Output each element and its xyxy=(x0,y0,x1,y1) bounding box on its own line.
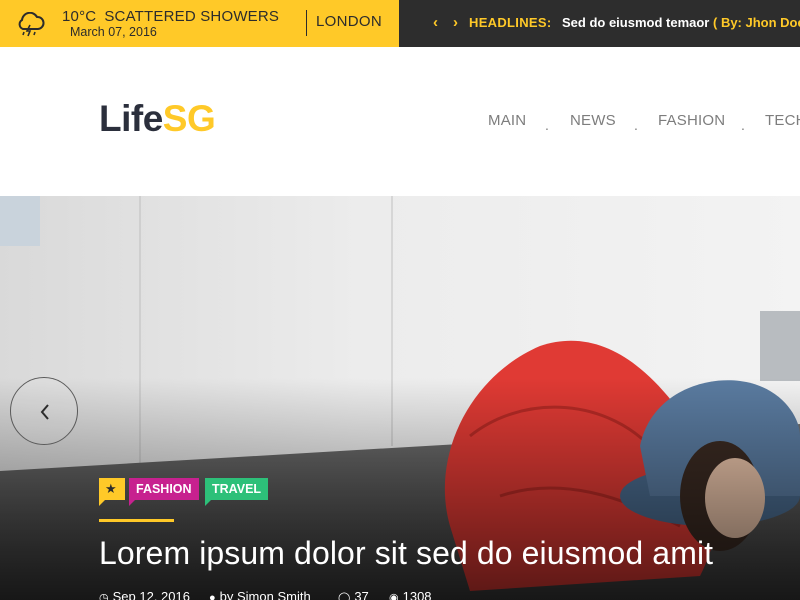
temperature: 10°C xyxy=(62,8,97,25)
logo-text-sg: SG xyxy=(162,98,216,139)
eye-icon: ◉ xyxy=(389,592,399,600)
view-count: 1308 xyxy=(402,589,432,600)
featured-badge: ★ xyxy=(99,478,125,506)
hero-post-title[interactable]: Lorem ipsum dolor sit sed do eiusmod ami… xyxy=(99,535,713,572)
site-logo[interactable]: LifeSG xyxy=(99,97,216,141)
comment-icon: ◯ xyxy=(338,592,351,600)
nav-separator: . xyxy=(634,117,638,133)
ticker-label: HEADLINES: xyxy=(469,15,552,30)
weather-condition: SCATTERED SHOWERS xyxy=(104,8,280,25)
weather-date: March 07, 2016 xyxy=(70,25,157,39)
comment-count: 37 xyxy=(354,589,369,600)
cloud-rain-lightning-icon xyxy=(18,12,45,37)
user-icon: ● xyxy=(209,592,216,600)
tag-travel[interactable]: TRAVEL xyxy=(205,478,269,506)
site-header: LifeSG MAIN . NEWS . FASHION . TECH xyxy=(0,47,800,196)
tag-fashion[interactable]: FASHION xyxy=(129,478,199,506)
post-date-text: Sep 12, 2016 xyxy=(112,589,190,600)
star-icon: ★ xyxy=(105,481,117,496)
post-author-text[interactable]: by Simon Smith xyxy=(220,589,311,600)
post-views: ◉ 1308 xyxy=(389,589,432,600)
nav-item-fashion[interactable]: FASHION xyxy=(658,112,725,129)
chevron-left-icon xyxy=(40,404,49,420)
chevron-right-icon[interactable]: › xyxy=(453,14,458,31)
nav-separator: . xyxy=(741,117,745,133)
ticker-byline: ( By: Jhon Doe ) xyxy=(713,15,800,30)
divider xyxy=(306,10,307,36)
nav-item-news[interactable]: NEWS xyxy=(570,112,616,129)
top-bar: 10°C SCATTERED SHOWERS March 07, 2016 LON… xyxy=(0,0,800,47)
news-ticker: ‹ › HEADLINES: Sed do eiusmod temaor ( B… xyxy=(399,0,800,47)
ticker-headline[interactable]: Sed do eiusmod temaor xyxy=(562,15,709,30)
weather-city: LONDON xyxy=(316,13,382,30)
nav-item-main[interactable]: MAIN xyxy=(488,112,526,129)
chevron-left-icon[interactable]: ‹ xyxy=(433,14,438,31)
slider-prev-button[interactable] xyxy=(10,377,78,445)
post-comments[interactable]: ◯ 37 xyxy=(338,589,369,600)
post-date: ◷ Sep 12, 2016 xyxy=(99,589,190,600)
weather-widget: 10°C SCATTERED SHOWERS March 07, 2016 LON… xyxy=(0,0,399,47)
divider xyxy=(99,519,174,522)
nav-separator: . xyxy=(545,117,549,133)
post-author[interactable]: ● by Simon Smith xyxy=(209,589,311,600)
clock-icon: ◷ xyxy=(99,592,109,600)
weather-summary: 10°C SCATTERED SHOWERS xyxy=(62,8,279,25)
logo-text-life: Life xyxy=(99,98,163,139)
hero-slider: ★ FASHION TRAVEL Lorem ipsum dolor sit s… xyxy=(0,196,800,600)
ticker-headline-link[interactable]: Sed do eiusmod temaor ( By: Jhon Doe ) xyxy=(562,15,800,30)
nav-item-tech[interactable]: TECH xyxy=(765,112,800,129)
